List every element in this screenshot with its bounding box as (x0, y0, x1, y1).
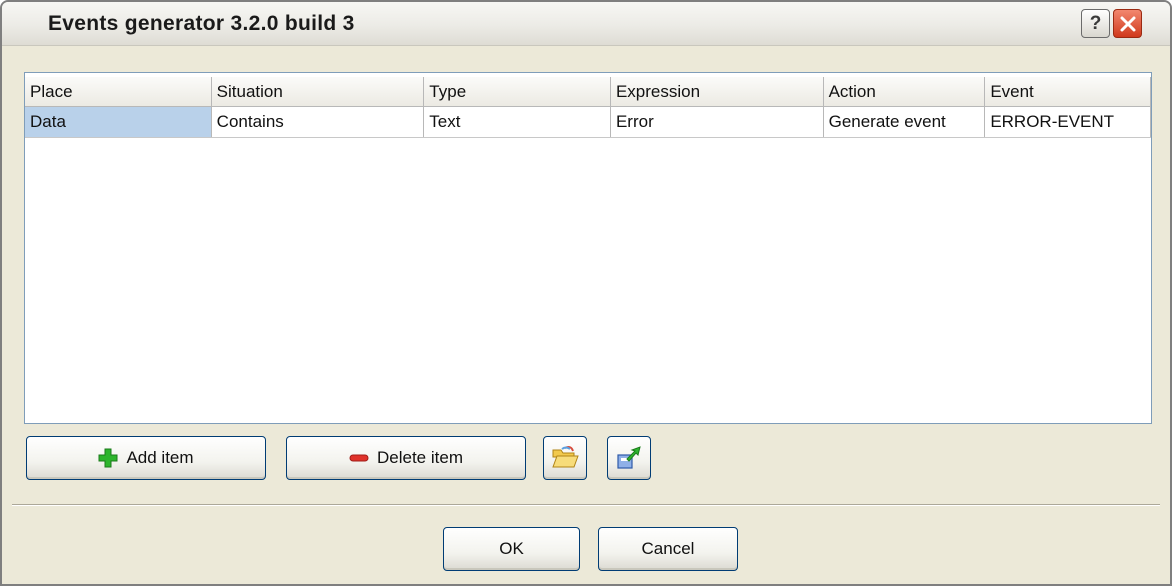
ok-button[interactable]: OK (443, 527, 580, 571)
events-table[interactable]: Place Situation Type Expression Action E… (24, 72, 1152, 424)
export-icon (617, 446, 641, 469)
plus-icon (98, 448, 118, 468)
cell-action[interactable]: Generate event (824, 107, 986, 137)
column-header-expression[interactable]: Expression (610, 77, 824, 107)
title-bar[interactable]: Events generator 3.2.0 build 3 ? (2, 2, 1170, 46)
cancel-button[interactable]: Cancel (598, 527, 738, 571)
window-title: Events generator 3.2.0 build 3 (48, 12, 355, 35)
help-button[interactable]: ? (1081, 9, 1110, 38)
table-row[interactable]: Data Contains Text Error Generate event … (25, 107, 1152, 138)
delete-item-label: Delete item (377, 448, 463, 467)
add-item-label: Add item (126, 448, 194, 467)
column-header-situation[interactable]: Situation (211, 77, 425, 107)
open-file-button[interactable] (543, 436, 587, 480)
minus-icon (349, 454, 369, 462)
cell-expression[interactable]: Error (611, 107, 824, 137)
help-icon: ? (1089, 12, 1102, 34)
column-header-event[interactable]: Event (985, 77, 1152, 107)
table-header: Place Situation Type Expression Action E… (25, 77, 1152, 107)
ok-label: OK (499, 539, 524, 558)
cancel-label: Cancel (641, 539, 695, 558)
close-icon (1120, 16, 1135, 31)
folder-open-icon (552, 446, 579, 468)
add-item-button[interactable]: Add item (26, 436, 266, 480)
delete-item-button[interactable]: Delete item (286, 436, 526, 480)
column-header-place[interactable]: Place (25, 77, 212, 107)
footer-separator (12, 504, 1160, 506)
cell-place[interactable]: Data (25, 107, 212, 137)
export-button[interactable] (607, 436, 651, 480)
events-generator-dialog: Events generator 3.2.0 build 3 ? Place S… (0, 0, 1172, 586)
column-header-type[interactable]: Type (424, 77, 611, 107)
cell-type[interactable]: Text (424, 107, 611, 137)
cell-event[interactable]: ERROR-EVENT (985, 107, 1152, 137)
close-button[interactable] (1113, 9, 1142, 38)
column-header-action[interactable]: Action (823, 77, 986, 107)
cell-situation[interactable]: Contains (212, 107, 425, 137)
